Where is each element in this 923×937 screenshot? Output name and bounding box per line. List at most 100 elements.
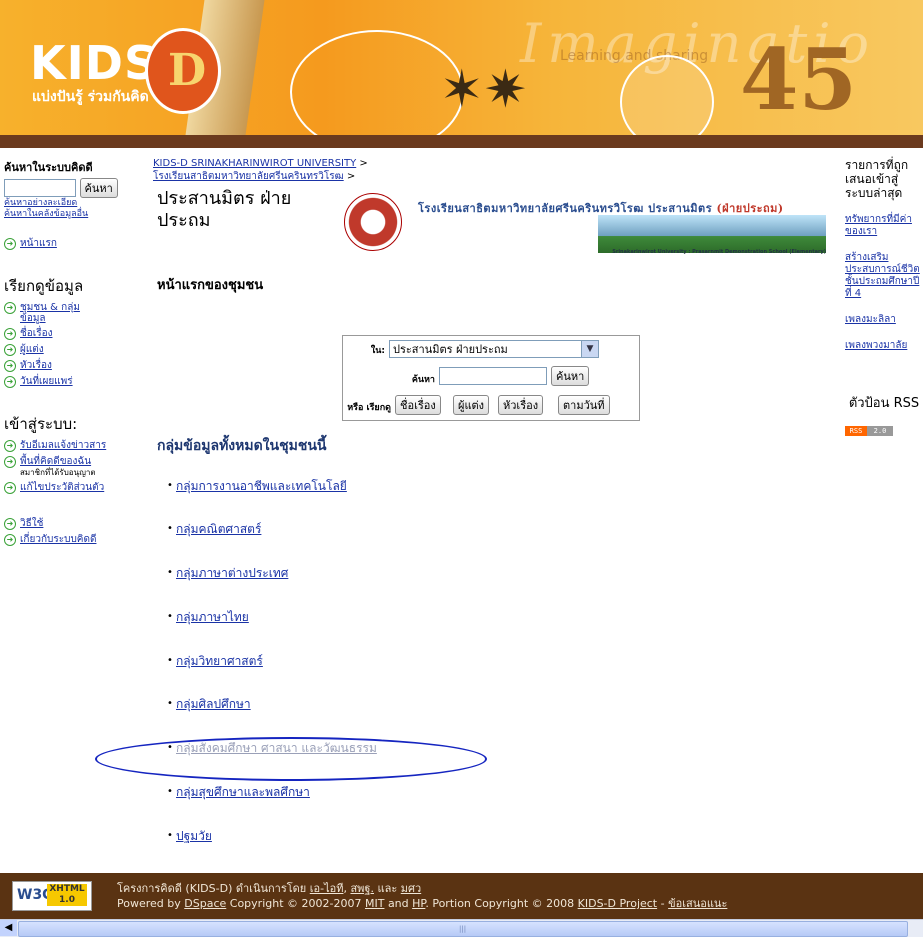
logo-tagline: แบ่งปันรู้ ร่วมกันคิด — [32, 89, 149, 105]
help-link[interactable]: วิธีใช้ — [20, 518, 43, 529]
nav-home[interactable]: ➜ หน้าแรก — [4, 238, 144, 250]
collection-item: กลุ่มวิทยาศาสตร์ — [167, 652, 263, 671]
community-subtitle: หน้าแรกของชุมชน — [157, 278, 264, 293]
arrow-right-icon: ➜ — [4, 344, 16, 356]
browse-item[interactable]: ➜ วันที่เผยแพร่ — [4, 376, 144, 388]
banner-number: 45 — [740, 30, 857, 129]
left-sidebar: ค้นหาในระบบคิดดี ค้นหา ค้นหาอย่างละเอียด… — [4, 158, 144, 546]
kids-d-logo-icon: D — [145, 28, 221, 114]
browse-communities-link[interactable]: ชุมชน & กลุ่มข้อมูล — [20, 302, 80, 324]
help-item[interactable]: ➜ วิธีใช้ — [4, 518, 144, 530]
community-title: ประสานมิตร ฝ่ายประถม — [157, 188, 292, 231]
about-link[interactable]: เกี่ยวกับระบบคิดดี — [20, 534, 96, 545]
feedback-link[interactable]: ข้อเสนอแนะ — [668, 897, 727, 910]
collection-item: ปฐมวัย — [167, 827, 212, 846]
header-banner: Imaginatio Learning and sharing ✶✷ 45 KI… — [0, 0, 923, 148]
highlight-oval — [95, 737, 487, 781]
school-building-image — [598, 215, 826, 253]
breadcrumb-separator: > — [346, 171, 356, 182]
login-item[interactable]: ➜ พื้นที่คิดดีของฉัน สมาชิกที่ได้รับอนุญา… — [4, 456, 144, 478]
login-item[interactable]: ➜ แก้ไขประวัติส่วนตัว — [4, 482, 144, 494]
browse-title-button[interactable]: ชื่อเรื่อง — [395, 395, 441, 415]
browse-item[interactable]: ➜ ผู้แต่ง — [4, 344, 144, 356]
other-repo-search-link[interactable]: ค้นหาในคลังข้อมูลอื่น — [4, 209, 144, 220]
arrow-right-icon: ➜ — [4, 534, 16, 546]
browse-item[interactable]: ➜ ชื่อเรื่อง — [4, 328, 144, 340]
arrow-right-icon: ➜ — [4, 302, 16, 314]
collection-link[interactable]: กลุ่มคณิตศาสตร์ — [176, 522, 261, 536]
email-alerts-link[interactable]: รับอีเมลแจ้งข่าวสาร — [20, 440, 106, 451]
collections-title: กลุ่มข้อมูลทั้งหมดในชุมชนนี้ — [157, 438, 327, 454]
collection-link[interactable]: กลุ่มสุขศึกษาและพลศึกษา — [176, 785, 310, 799]
chevron-down-icon: ▼ — [581, 341, 598, 357]
collection-link[interactable]: กลุ่มวิทยาศาสตร์ — [176, 654, 263, 668]
collection-link[interactable]: กลุ่มศิลปศึกษา — [176, 697, 251, 711]
rss-title: ตัวป้อน RSS — [848, 396, 920, 411]
member-hint: สมาชิกที่ได้รับอนุญาต — [20, 468, 96, 477]
collection-item: กลุ่มสุขศึกษาและพลศึกษา — [167, 783, 310, 802]
breadcrumb-separator: > — [359, 158, 368, 169]
orbit-graphic — [290, 30, 464, 148]
help-item[interactable]: ➜ เกี่ยวกับระบบคิดดี — [4, 534, 144, 546]
banner-band — [0, 135, 923, 148]
recent-submissions-title: รายการที่ถูกเสนอเข้าสู่ระบบล่าสุด — [845, 158, 909, 200]
browse-subject-button[interactable]: หัวเรื่อง — [498, 395, 544, 415]
recent-item-link[interactable]: ทรัพยากรที่มีค่าของเรา — [845, 214, 923, 238]
scrollbar-thumb[interactable]: ||| — [18, 921, 908, 937]
recent-item-link[interactable]: สร้างเสริมประสบการณ์ชีวิต ชั้นประถมศึกษา… — [845, 252, 923, 300]
rss-feed-icon[interactable]: RSS 2.0 — [845, 426, 893, 436]
advanced-search-link[interactable]: ค้นหาอย่างละเอียด — [4, 198, 144, 209]
browse-author-button[interactable]: ผู้แต่ง — [453, 395, 490, 415]
login-item[interactable]: ➜ รับอีเมลแจ้งข่าวสาร — [4, 440, 144, 452]
kids-d-project-link[interactable]: KIDS-D Project — [578, 897, 657, 910]
browse-date-link[interactable]: วันที่เผยแพร่ — [20, 376, 73, 387]
browse-title-link[interactable]: ชื่อเรื่อง — [20, 328, 52, 339]
breadcrumb-university[interactable]: KIDS-D SRINAKHARINWIROT UNIVERSITY — [153, 158, 356, 169]
my-space-link[interactable]: พื้นที่คิดดีของฉัน — [20, 456, 91, 467]
mit-link[interactable]: MIT — [365, 897, 384, 910]
collection-link[interactable]: กลุ่มภาษาไทย — [176, 610, 249, 624]
hp-link[interactable]: HP — [412, 897, 425, 910]
browse-label: หรือ เรียกดู — [347, 403, 391, 413]
collection-link[interactable]: ปฐมวัย — [176, 829, 212, 843]
browse-date-button[interactable]: ตามวันที่ — [558, 395, 610, 415]
search-title: ค้นหาในระบบคิดดี — [4, 161, 93, 174]
arrow-right-icon: ➜ — [4, 482, 16, 494]
search-label: ค้นหา — [411, 375, 435, 385]
w3c-xhtml-badge[interactable]: W3C XHTML 1.0 — [12, 881, 92, 911]
edit-profile-link[interactable]: แก้ไขประวัติส่วนตัว — [20, 482, 104, 493]
login-title: เข้าสู่ระบบ: — [4, 415, 78, 433]
arrow-right-icon: ➜ — [4, 238, 16, 250]
breadcrumb-school[interactable]: โรงเรียนสาธิตมหาวิทยาลัยศรีนครินทรวิโรฒ — [153, 171, 344, 182]
search-button[interactable]: ค้นหา — [79, 178, 118, 198]
browse-title: เรียกดูข้อมูล — [4, 277, 84, 295]
kids-logo[interactable]: KIDS — [30, 36, 158, 90]
scope-select[interactable]: ประสานมิตร ฝ่ายประถม ▼ — [389, 340, 599, 358]
arrow-right-icon: ➜ — [4, 440, 16, 452]
in-label: ใน: — [370, 346, 385, 356]
browse-subject-link[interactable]: หัวเรื่อง — [20, 360, 52, 371]
arrow-right-icon: ➜ — [4, 376, 16, 388]
footer-line-2: Powered by DSpace Copyright © 2002-2007 … — [117, 897, 728, 910]
recent-item-link[interactable]: เพลงพวงมาลัย — [845, 340, 923, 352]
browse-author-link[interactable]: ผู้แต่ง — [20, 344, 44, 355]
collection-link[interactable]: กลุ่มการงานอาชีพและเทคโนโลยี — [176, 479, 347, 493]
dspace-link[interactable]: DSpace — [184, 897, 226, 910]
recent-item-link[interactable]: เพลงมะลิลา — [845, 314, 923, 326]
community-search-button[interactable]: ค้นหา — [551, 366, 590, 386]
browse-item[interactable]: ➜ ชุมชน & กลุ่มข้อมูล — [4, 302, 144, 324]
collection-link[interactable]: กลุ่มภาษาต่างประเทศ — [176, 566, 288, 580]
collection-item: กลุ่มการงานอาชีพและเทคโนโลยี — [167, 477, 347, 496]
search-input[interactable] — [4, 179, 76, 197]
collection-item: กลุ่มภาษาต่างประเทศ — [167, 564, 288, 583]
home-link[interactable]: หน้าแรก — [20, 238, 57, 249]
community-search-input[interactable] — [439, 367, 547, 385]
arrow-right-icon: ➜ — [4, 328, 16, 340]
horizontal-scrollbar[interactable]: ◀ ||| — [0, 919, 923, 937]
school-caption: Srinakarinwirot University : Prasarnmit … — [612, 249, 826, 255]
scroll-left-icon[interactable]: ◀ — [0, 920, 17, 936]
right-sidebar: รายการที่ถูกเสนอเข้าสู่ระบบล่าสุด ทรัพยา… — [845, 150, 923, 436]
figures-graphic: ✶✷ — [440, 60, 528, 120]
footer: W3C XHTML 1.0 โครงการคิดดี (KIDS-D) ดำเน… — [0, 873, 923, 919]
browse-item[interactable]: ➜ หัวเรื่อง — [4, 360, 144, 372]
